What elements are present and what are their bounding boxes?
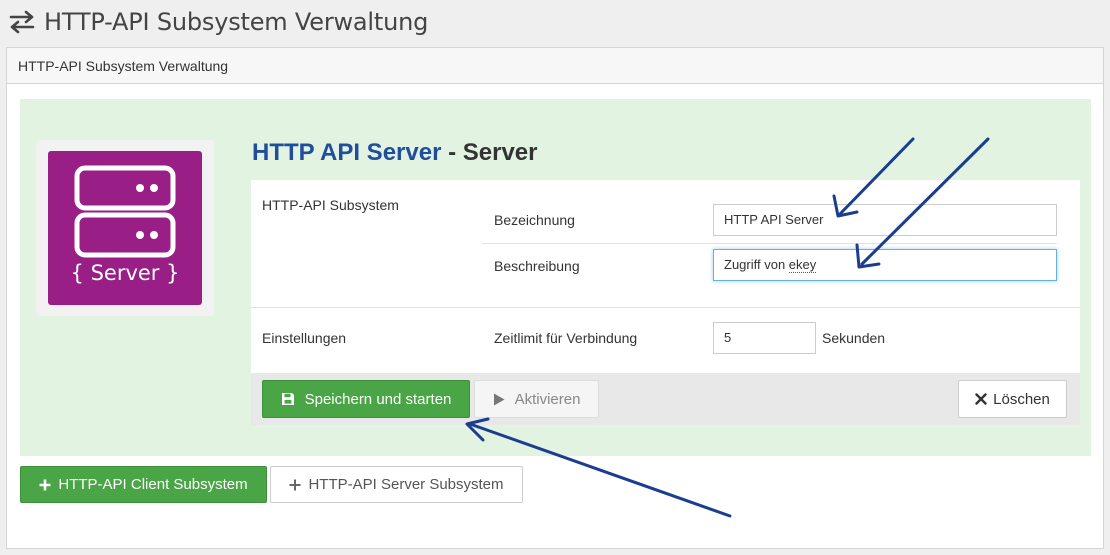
panel-heading: HTTP-API Subsystem Verwaltung [7,48,1103,84]
close-icon [975,393,987,405]
timeout-input[interactable]: 5 [713,322,816,354]
subsystem-section-label: HTTP-API Subsystem [262,197,399,213]
play-icon [493,393,505,406]
form-area: HTTP-API Subsystem Bezeichnung Beschreib… [251,180,1080,373]
timeout-unit: Sekunden [822,330,886,346]
main-panel: HTTP-API Subsystem Verwaltung { Server }… [6,47,1104,549]
activate-button[interactable]: Aktivieren [474,380,599,418]
add-client-subsystem-button[interactable]: HTTP-API Client Subsystem [20,466,267,503]
plus-icon [39,479,51,491]
section-divider [251,307,1080,308]
page-title: HTTP-API Subsystem Verwaltung [44,8,429,36]
server-icon: { Server } [71,165,180,285]
add-server-subsystem-button[interactable]: HTTP-API Server Subsystem [270,466,523,503]
save-icon [281,392,295,406]
beschreibung-label: Beschreibung [494,258,580,274]
beschreibung-input[interactable]: Zugriff von ekey [713,249,1057,281]
server-logo: { Server } [48,151,202,305]
page-header: HTTP-API Subsystem Verwaltung [0,0,1110,44]
bezeichnung-input[interactable]: HTTP API Server [713,204,1057,236]
delete-button[interactable]: Löschen [958,380,1067,418]
server-heading: HTTP API Server - Server [252,139,537,167]
bezeichnung-label: Bezeichnung [494,212,575,228]
save-and-start-button[interactable]: Speichern und starten [262,380,470,418]
timeout-label: Zeitlimit für Verbindung [494,330,638,346]
server-detail-box: { Server } HTTP API Server - Server HTTP… [20,99,1091,456]
exchange-icon [9,10,35,34]
server-separator: - [441,139,463,166]
server-name: HTTP API Server [252,139,442,166]
plus-icon [289,479,301,491]
settings-section-label: Einstellungen [262,330,347,346]
server-type: Server [462,139,538,166]
action-bar: Speichern und starten Aktivieren Löschen [251,373,1080,425]
server-logo-card: { Server } [36,140,214,316]
logo-label: { Server } [71,261,180,285]
